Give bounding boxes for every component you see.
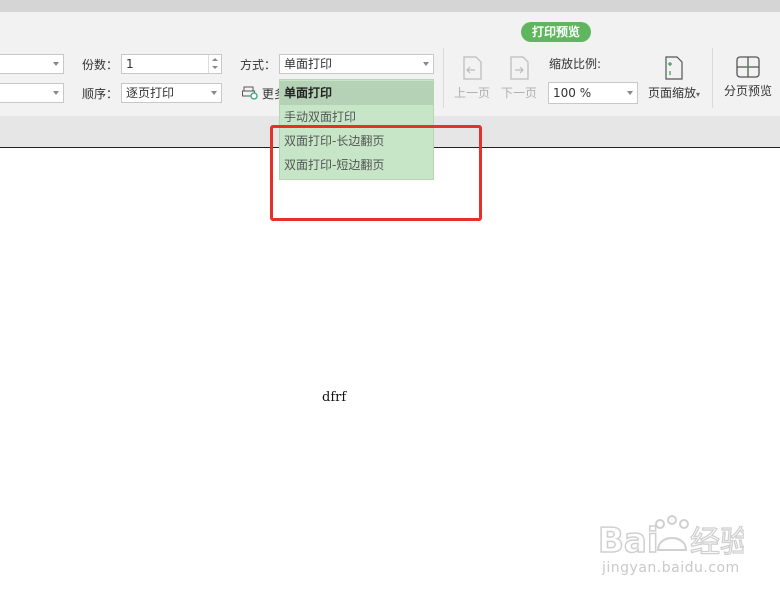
next-page-label: 下一页 xyxy=(500,86,537,100)
svg-text:经验: 经验 xyxy=(690,525,744,560)
chevron-down-icon xyxy=(211,91,217,95)
copies-value: 1 xyxy=(126,57,134,71)
chevron-down-icon xyxy=(423,62,429,66)
chevron-down-icon xyxy=(53,62,59,66)
printer-select[interactable] xyxy=(0,54,64,74)
zoom-label: 缩放比例: xyxy=(549,57,602,71)
dropdown-item-single-sided[interactable]: 单面打印 xyxy=(280,81,433,105)
highlight-annotation-box xyxy=(270,125,482,221)
printer-settings-icon xyxy=(242,86,258,100)
chevron-down-icon xyxy=(212,66,218,69)
page-zoom-label: 页面缩放▾ xyxy=(647,86,701,100)
copies-label: 份数： xyxy=(82,58,119,72)
method-select[interactable]: 单面打印 xyxy=(279,54,434,74)
split-page-icon xyxy=(736,56,760,78)
svg-text:Bai: Bai xyxy=(598,521,659,561)
zoom-value: 100 % xyxy=(553,86,592,100)
window-top-strip xyxy=(0,0,780,12)
next-page-button[interactable]: 下一页 xyxy=(499,56,539,101)
prev-page-label: 上一页 xyxy=(453,86,490,100)
method-label: 方式： xyxy=(240,58,277,72)
order-value: 逐页打印 xyxy=(126,86,175,100)
page-break-preview-button[interactable]: 分页预览 xyxy=(720,56,776,99)
toolbar-divider xyxy=(443,48,444,108)
pages-range-select[interactable] xyxy=(0,83,64,103)
prev-page-icon xyxy=(463,56,482,80)
page-zoom-icon xyxy=(665,56,683,80)
chevron-down-icon xyxy=(53,91,59,95)
chevron-down-icon xyxy=(627,91,633,95)
chevron-up-icon xyxy=(212,58,218,61)
next-page-icon xyxy=(510,56,529,80)
page-break-preview-label: 分页预览 xyxy=(723,84,772,98)
document-text: dfrf xyxy=(322,390,347,405)
method-value: 单面打印 xyxy=(284,57,333,71)
prev-page-button[interactable]: 上一页 xyxy=(452,56,492,101)
chevron-down-icon: ▾ xyxy=(696,90,701,99)
order-select[interactable]: 逐页打印 xyxy=(121,83,222,103)
stepper-arrows[interactable] xyxy=(208,55,221,73)
page-zoom-button[interactable]: 页面缩放▾ xyxy=(645,56,703,101)
watermark-url: jingyan.baidu.com xyxy=(602,560,740,576)
baidu-jingyan-watermark-logo: Bai 经验 xyxy=(598,515,744,562)
zoom-select[interactable]: 100 % xyxy=(548,82,638,104)
print-preview-tab[interactable]: 打印预览 xyxy=(521,22,591,42)
copies-stepper[interactable]: 1 xyxy=(121,54,222,74)
toolbar-divider xyxy=(712,48,713,108)
order-label: 顺序： xyxy=(82,87,119,101)
